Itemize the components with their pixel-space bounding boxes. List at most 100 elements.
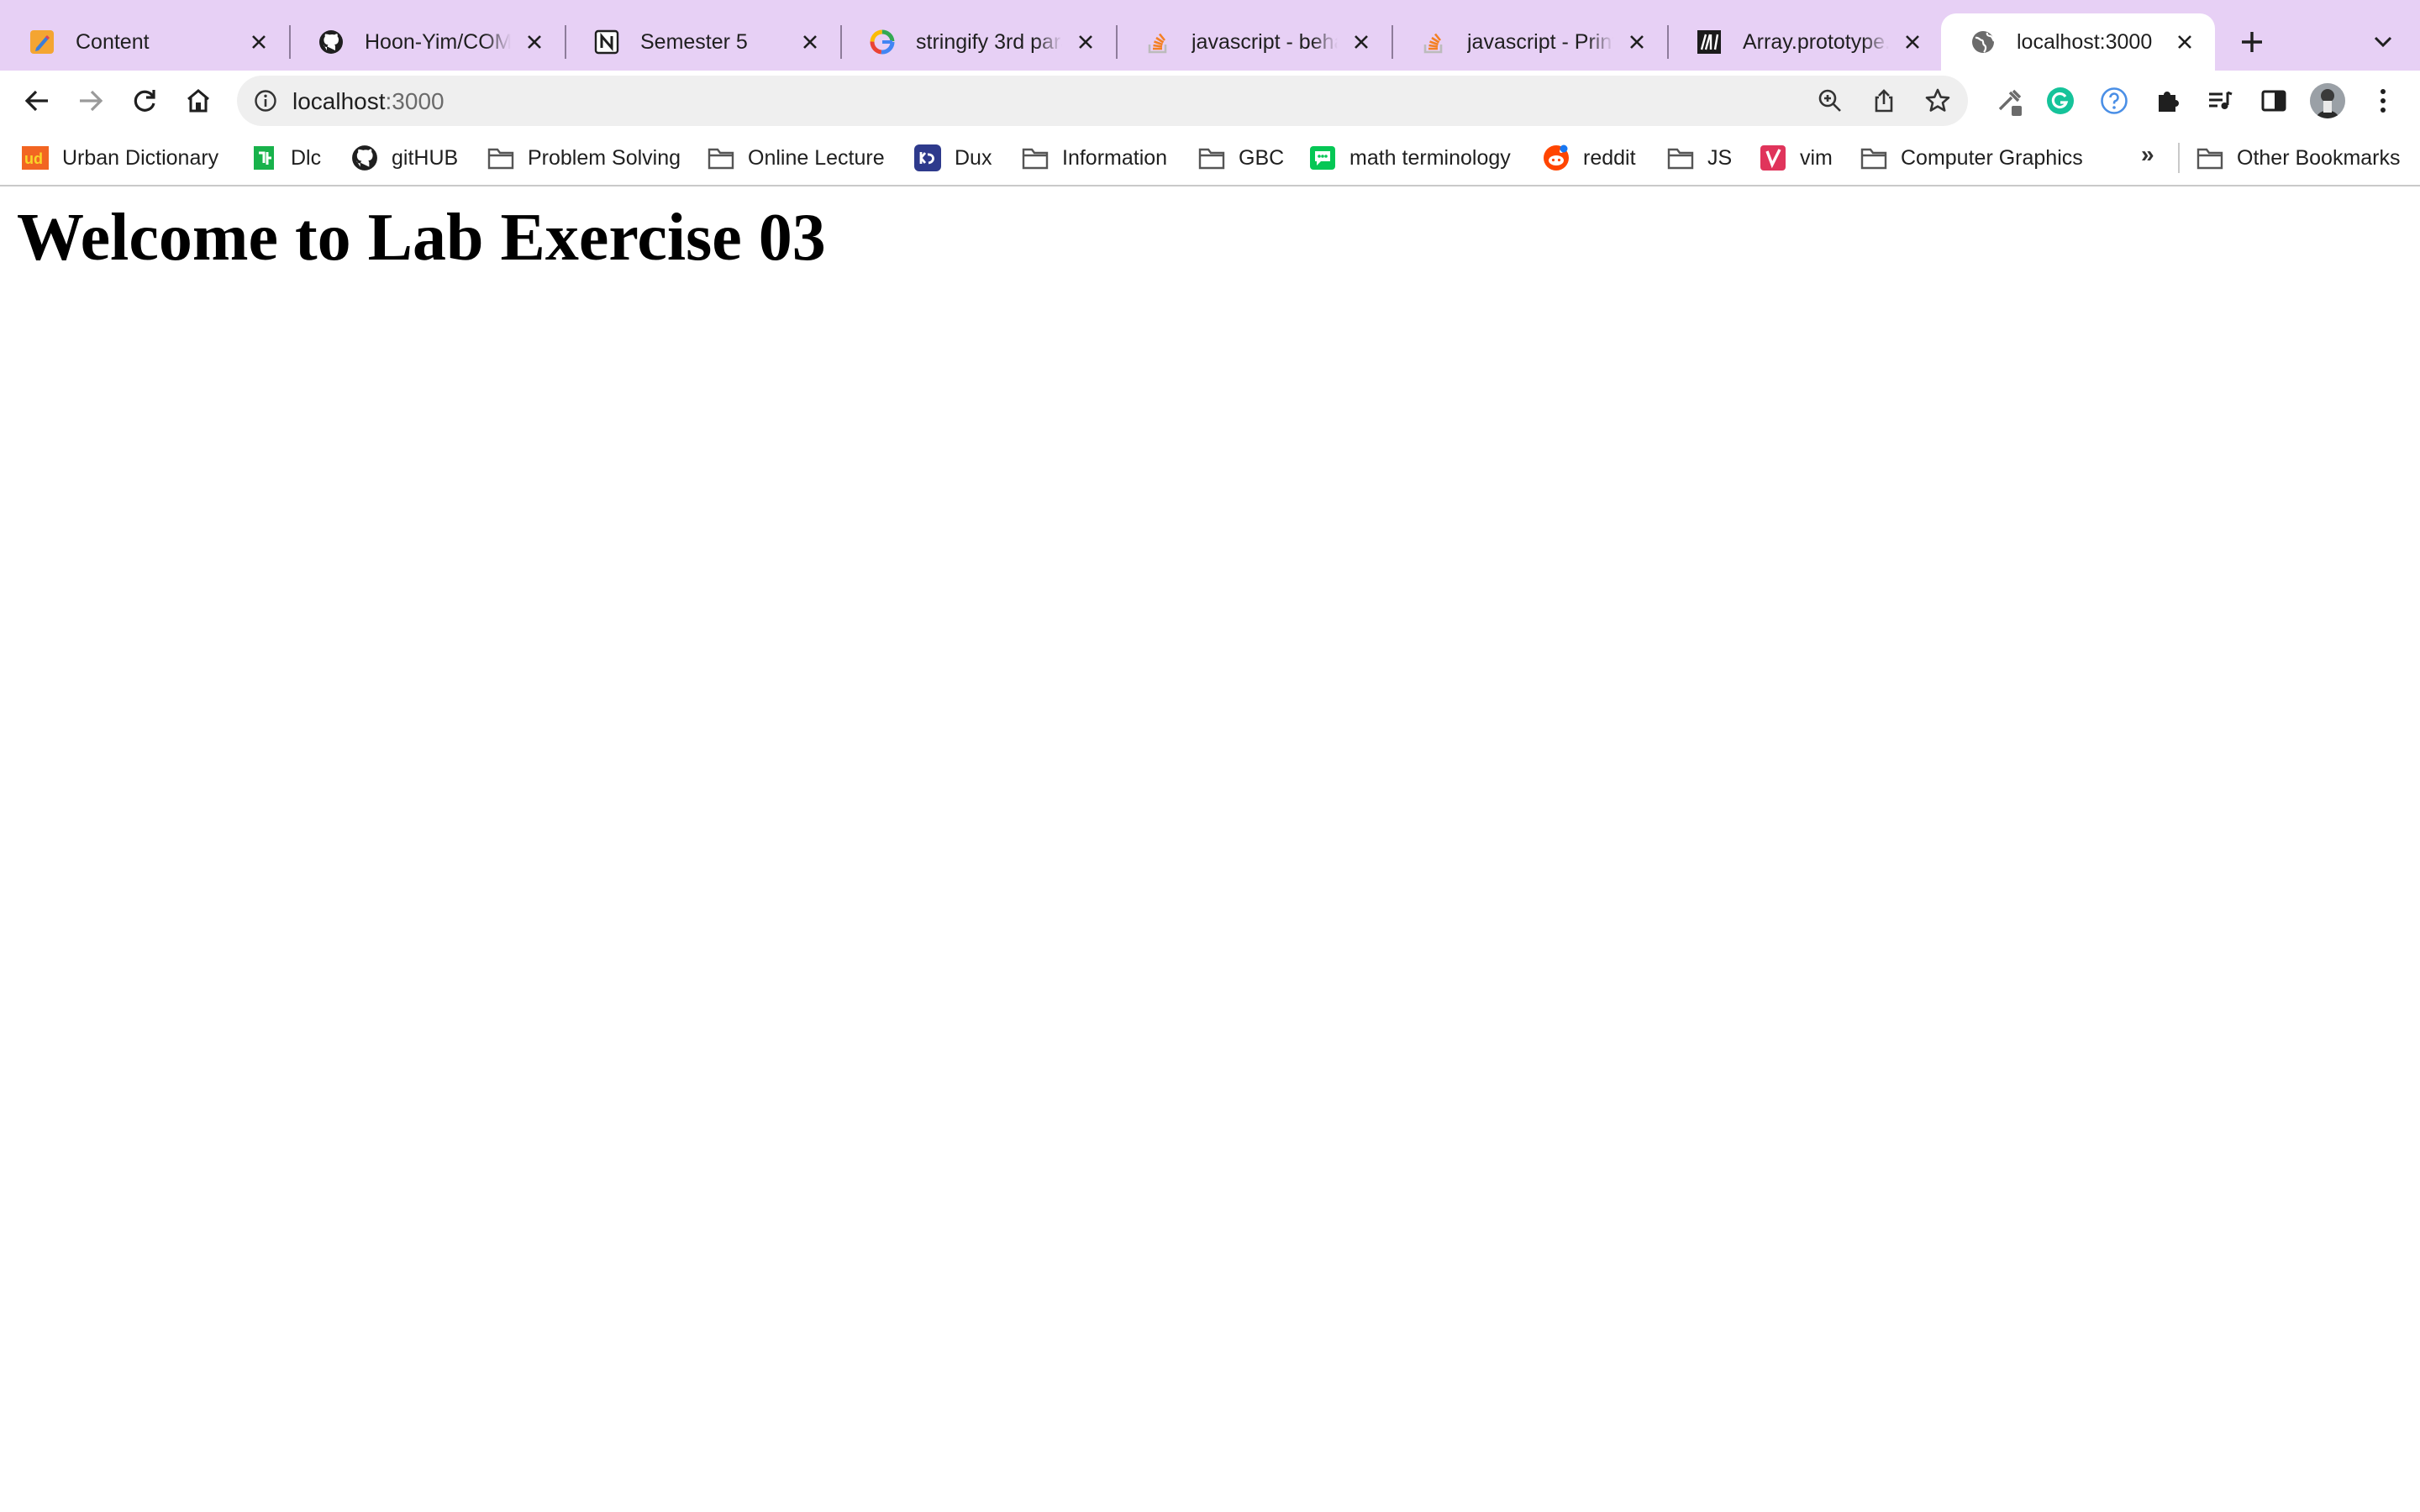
tab-stackoverflow-1[interactable]: javascript - behavior	[1116, 13, 1392, 71]
folder-icon	[487, 144, 514, 171]
github-icon	[318, 29, 345, 55]
urban-dictionary-icon: ud	[22, 144, 49, 171]
folder-icon	[2196, 144, 2223, 171]
google-icon	[869, 29, 896, 55]
folder-icon	[708, 144, 734, 171]
extensions-puzzle-icon[interactable]	[2149, 82, 2186, 119]
dlc-icon	[250, 144, 277, 171]
url-text[interactable]: localhost:3000	[292, 88, 445, 115]
tab-title: Content	[76, 29, 150, 54]
globe-icon	[1970, 29, 1996, 55]
back-arrow-icon[interactable]	[18, 82, 55, 119]
bookmarks-overflow-button[interactable]: »	[2141, 141, 2154, 168]
bookmark-label: Information	[1062, 145, 1168, 170]
tab-title: Hoon-Yim/COMP3133	[365, 29, 511, 54]
bookmark-label: Online Lecture	[748, 145, 885, 170]
bookmark-label: Dlc	[291, 145, 322, 170]
menu-dots-icon[interactable]	[2365, 82, 2402, 119]
tab-google[interactable]: stringify 3rd parameter	[840, 13, 1116, 71]
bookmark-label: JS	[1707, 145, 1733, 170]
tab-title: Semester 5	[640, 29, 748, 54]
tab-title: stringify 3rd parameter	[916, 29, 1062, 54]
bookmark-folder-js[interactable]: JS	[1667, 143, 1732, 173]
bookmark-folder-problem-solving[interactable]: Problem Solving	[487, 143, 681, 173]
svg-text:ud: ud	[24, 150, 43, 167]
stackoverflow-icon	[1144, 29, 1171, 55]
tab-content[interactable]: Content	[0, 13, 289, 71]
tab-title: localhost:3000	[2017, 29, 2153, 54]
bookmark-label: Urban Dictionary	[62, 145, 219, 170]
share-icon[interactable]	[1867, 84, 1901, 118]
tab-localhost[interactable]: localhost:3000	[1941, 13, 2215, 71]
chat-icon	[1309, 144, 1336, 171]
close-icon[interactable]	[797, 29, 823, 55]
address-bar[interactable]: localhost:3000	[237, 76, 1968, 126]
bookmark-math-terminology[interactable]: math terminology	[1309, 143, 1511, 173]
bookmark-urban-dictionary[interactable]: ud Urban Dictionary	[22, 143, 218, 173]
eyedropper-extension-icon[interactable]	[1991, 82, 2028, 119]
bookmark-github[interactable]: gitHUB	[351, 143, 458, 173]
tab-notion[interactable]: Semester 5	[565, 13, 840, 71]
zoom-icon[interactable]	[1813, 84, 1847, 118]
close-icon[interactable]	[1623, 29, 1650, 55]
url-port: :3000	[385, 88, 445, 114]
close-icon[interactable]	[521, 29, 548, 55]
grammarly-icon[interactable]	[2042, 82, 2079, 119]
bookmarks-separator	[2178, 143, 2180, 173]
vim-icon	[1760, 144, 1786, 171]
bookmark-reddit[interactable]: reddit	[1543, 143, 1636, 173]
help-icon[interactable]	[2096, 82, 2133, 119]
tab-title: javascript - Print	[1467, 29, 1613, 54]
avatar[interactable]	[2309, 82, 2346, 119]
home-icon[interactable]	[180, 82, 217, 119]
bookmark-label: Dux	[955, 145, 992, 170]
close-icon[interactable]	[2171, 29, 2198, 55]
stackoverflow-icon	[1420, 29, 1447, 55]
tab-stackoverflow-2[interactable]: javascript - Print	[1392, 13, 1667, 71]
folder-icon	[1667, 144, 1694, 171]
bookmark-folder-computer-graphics[interactable]: Computer Graphics	[1860, 143, 2083, 173]
folder-icon	[1022, 144, 1049, 171]
bookmark-label: gitHUB	[392, 145, 459, 170]
pencil-icon	[29, 29, 55, 55]
bookmarks-bar: ud Urban Dictionary Dlc gitHUB Problem S…	[0, 131, 2420, 186]
mdn-icon	[1696, 29, 1723, 55]
bookmark-label: Other Bookmarks	[2237, 145, 2401, 170]
bookmark-label: reddit	[1583, 145, 1636, 170]
side-panel-icon[interactable]	[2255, 82, 2292, 119]
bookmark-folder-gbc[interactable]: GBC	[1198, 143, 1284, 173]
bookmark-label: GBC	[1239, 145, 1285, 170]
bookmark-dlc[interactable]: Dlc	[250, 143, 321, 173]
bookmark-folder-information[interactable]: Information	[1022, 143, 1167, 173]
bookmark-label: math terminology	[1349, 145, 1511, 170]
close-icon[interactable]	[1899, 29, 1926, 55]
bookmark-folder-online-lecture[interactable]: Online Lecture	[708, 143, 885, 173]
notion-icon	[593, 29, 620, 55]
reload-icon[interactable]	[126, 82, 163, 119]
dux-icon	[914, 144, 941, 171]
chevron-down-icon[interactable]	[2368, 27, 2398, 57]
url-host: localhost	[292, 88, 386, 114]
info-icon[interactable]	[252, 87, 279, 114]
close-icon[interactable]	[1072, 29, 1099, 55]
tab-github[interactable]: Hoon-Yim/COMP3133	[289, 13, 565, 71]
forward-arrow-icon[interactable]	[72, 82, 109, 119]
bookmark-dux[interactable]: Dux	[914, 143, 992, 173]
github-icon	[351, 144, 378, 171]
bookmark-other-bookmarks[interactable]: Other Bookmarks	[2196, 143, 2401, 173]
bookmark-label: Computer Graphics	[1901, 145, 2083, 170]
tab-title: javascript - behavior	[1192, 29, 1338, 54]
reddit-icon	[1543, 144, 1570, 171]
close-icon[interactable]	[245, 29, 272, 55]
close-icon[interactable]	[1348, 29, 1375, 55]
toolbar: localhost:3000	[0, 71, 2420, 131]
media-queue-icon[interactable]	[2202, 82, 2238, 119]
folder-icon	[1198, 144, 1225, 171]
tab-strip: Content Hoon-Yim/COMP3133 Semester 5 str…	[0, 0, 2420, 71]
bookmark-vim[interactable]: vim	[1760, 143, 1833, 173]
folder-icon	[1860, 144, 1887, 171]
new-tab-button[interactable]	[2235, 25, 2269, 59]
tab-mdn[interactable]: Array.prototype.reduce	[1667, 13, 1943, 71]
star-icon[interactable]	[1921, 84, 1954, 118]
bookmark-label: Problem Solving	[528, 145, 681, 170]
